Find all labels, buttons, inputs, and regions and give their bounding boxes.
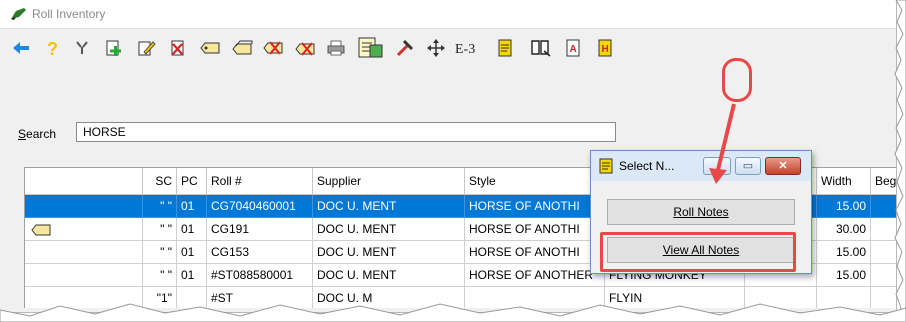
roll-inventory-window: Roll Inventory ? E-3 A H Search HORSE SC…	[0, 0, 897, 313]
torn-edge-bottom	[0, 303, 906, 322]
annotation-arrow	[709, 103, 736, 184]
torn-edge-right	[894, 0, 906, 322]
